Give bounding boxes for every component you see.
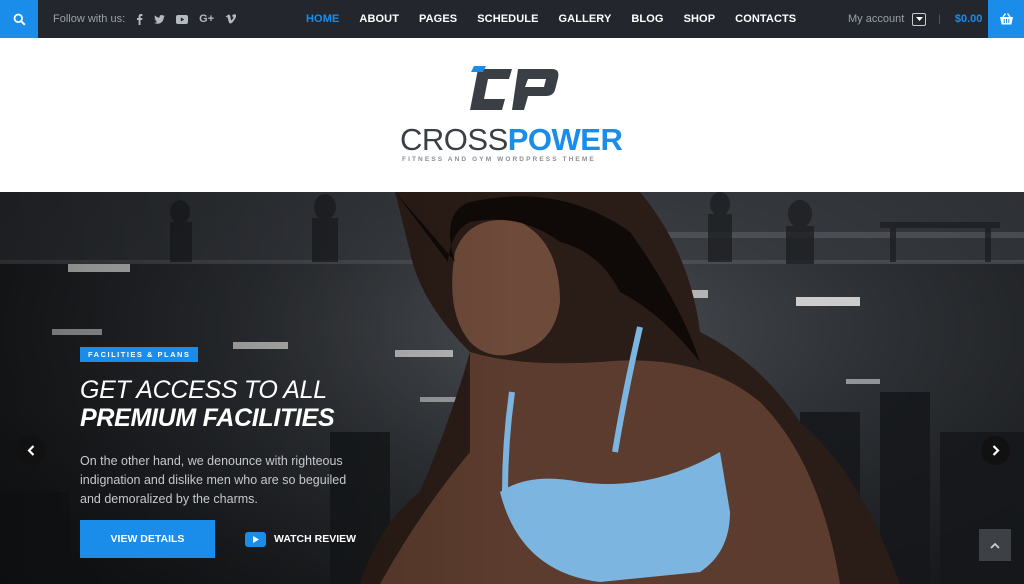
- brand-part-cross: CROSS: [400, 122, 508, 157]
- cart-total[interactable]: $0.00: [955, 13, 983, 25]
- facebook-icon[interactable]: [136, 13, 143, 25]
- hero-actions: VIEW DETAILS WATCH REVIEW: [80, 520, 356, 558]
- nav-item-schedule[interactable]: SCHEDULE: [477, 13, 538, 25]
- chevron-left-icon: [26, 445, 34, 456]
- search-icon: [13, 13, 26, 26]
- divider: |: [938, 13, 941, 25]
- nav-item-home[interactable]: HOME: [306, 13, 339, 25]
- hero-title-line2: PREMIUM FACILITIES: [80, 404, 335, 432]
- caret-down-icon: [915, 17, 923, 21]
- play-icon: [245, 531, 266, 547]
- top-bar: Follow with us: G+ HOME ABOUT PAGES SCHE…: [0, 0, 1024, 38]
- basket-icon: [999, 12, 1013, 24]
- follow-label: Follow with us:: [53, 13, 126, 25]
- search-button[interactable]: [0, 0, 38, 38]
- chevron-up-icon: [990, 542, 1000, 549]
- slider-next-button[interactable]: [981, 436, 1010, 465]
- scroll-to-top-button[interactable]: [979, 529, 1011, 561]
- my-account-link[interactable]: My account: [848, 13, 904, 25]
- slider-prev-button[interactable]: [16, 436, 45, 465]
- nav-item-gallery[interactable]: GALLERY: [559, 13, 612, 25]
- twitter-icon[interactable]: [154, 14, 166, 24]
- crosspower-logo-icon[interactable]: [466, 66, 562, 114]
- watch-review-link[interactable]: WATCH REVIEW: [245, 531, 357, 547]
- google-plus-icon[interactable]: G+: [199, 13, 214, 25]
- hero-slider: FACILITIES & PLANS GET ACCESS TO ALL PRE…: [0, 192, 1024, 584]
- view-details-button[interactable]: VIEW DETAILS: [80, 520, 215, 558]
- account-area: My account | $0.00: [848, 0, 982, 38]
- brand-name: CROSSPOWER: [400, 122, 623, 158]
- account-dropdown-toggle[interactable]: [912, 12, 927, 26]
- nav-item-about[interactable]: ABOUT: [359, 13, 399, 25]
- nav-item-blog[interactable]: BLOG: [631, 13, 663, 25]
- nav-item-shop[interactable]: SHOP: [684, 13, 716, 25]
- hero-title-line1: GET ACCESS TO ALL: [80, 376, 327, 404]
- hero-description: On the other hand, we denounce with righ…: [80, 454, 347, 506]
- social-follow: Follow with us: G+: [53, 0, 237, 38]
- main-nav: HOME ABOUT PAGES SCHEDULE GALLERY BLOG S…: [306, 0, 796, 38]
- watch-review-label: WATCH REVIEW: [274, 533, 357, 545]
- brand-tagline: FITNESS AND GYM WORDPRESS THEME: [402, 156, 596, 163]
- vimeo-icon[interactable]: [225, 14, 237, 24]
- hero-text-block: FACILITIES & PLANS GET ACCESS TO ALL PRE…: [80, 344, 370, 509]
- brand-part-power: POWER: [507, 122, 623, 157]
- youtube-icon[interactable]: [176, 14, 189, 24]
- logo-header: CROSSPOWER FITNESS AND GYM WORDPRESS THE…: [0, 38, 1024, 192]
- hero-badge: FACILITIES & PLANS: [80, 347, 199, 362]
- chevron-right-icon: [992, 445, 1000, 456]
- cart-button[interactable]: [988, 0, 1024, 38]
- nav-item-contacts[interactable]: CONTACTS: [735, 13, 796, 25]
- nav-item-pages[interactable]: PAGES: [419, 13, 457, 25]
